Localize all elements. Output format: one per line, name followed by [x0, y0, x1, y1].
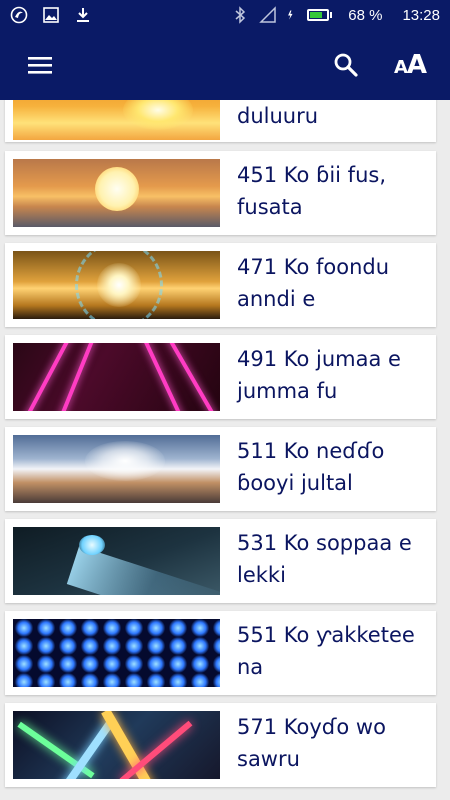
list-item-title: 511 Ko neɗɗo ɓooyi jultal [237, 439, 385, 495]
search-icon [334, 53, 358, 77]
signal-icon [259, 6, 276, 23]
sun-glow-icon [13, 100, 220, 140]
list-item[interactable]: 531 Ko soppaa e lekki [5, 519, 436, 603]
list-item-title: 471 Ko foondu anndi e [237, 255, 390, 311]
font-size-icon: AA [393, 50, 427, 80]
list-item-title: 451 Ko ɓii fus, fusata [237, 163, 386, 219]
song-list: duluuru 451 Ko ɓii fus, fusata 471 Ko fo… [0, 100, 450, 800]
clock: 13:28 [402, 6, 440, 24]
flashlight-icon [13, 527, 220, 595]
list-item[interactable]: 451 Ko ɓii fus, fusata [5, 151, 436, 235]
menu-icon [28, 57, 52, 74]
app-bar: AA [0, 30, 450, 100]
battery-percent: 68 % [348, 6, 383, 24]
list-item[interactable]: 551 Ko ƴakketee na [5, 611, 436, 695]
list-item-title: 491 Ko jumaa e jumma fu [237, 347, 401, 403]
sunset-icon [13, 159, 220, 227]
list-item[interactable]: 571 Koyɗo wo sawru [5, 703, 436, 787]
search-button[interactable] [326, 45, 366, 85]
list-item-title: 551 Ko ƴakketee na [237, 623, 415, 679]
status-right: 68 % 13:28 [231, 6, 440, 24]
list-item-title: duluuru [237, 104, 319, 128]
list-item[interactable]: 491 Ko jumaa e jumma fu [5, 335, 436, 419]
list-item-title: 531 Ko soppaa e lekki [237, 531, 412, 587]
charging-icon [288, 10, 293, 20]
list-item-title: 571 Koyɗo wo sawru [237, 715, 386, 771]
image-icon [43, 7, 59, 23]
starburst-icon [13, 251, 220, 319]
prism-light-icon [13, 711, 220, 779]
cloud-light-icon [13, 435, 220, 503]
battery-icon [307, 9, 333, 21]
laser-beams-icon [13, 343, 220, 411]
list-item[interactable]: duluuru [5, 100, 436, 142]
bluetooth-icon [235, 6, 246, 24]
status-bar: 68 % 13:28 [0, 0, 450, 30]
download-icon [77, 8, 89, 22]
menu-button[interactable] [20, 45, 60, 85]
list-item[interactable]: 511 Ko neɗɗo ɓooyi jultal [5, 427, 436, 511]
led-lights-icon [13, 619, 220, 687]
app-notification-icon [10, 6, 28, 24]
list-item[interactable]: 471 Ko foondu anndi e [5, 243, 436, 327]
font-size-button[interactable]: AA [390, 45, 430, 85]
status-left [10, 6, 92, 24]
